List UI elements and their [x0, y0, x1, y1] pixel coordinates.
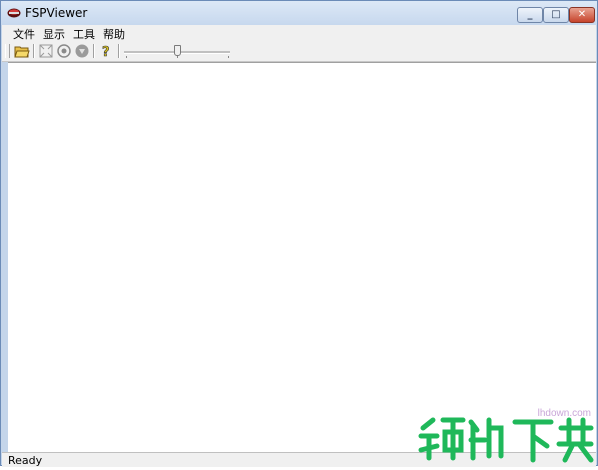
close-button[interactable]: ✕: [569, 7, 595, 23]
menu-help[interactable]: 帮助: [103, 26, 125, 42]
maximize-icon: □: [551, 9, 561, 20]
menu-bar: 文件 显示 工具 帮助: [2, 25, 596, 41]
open-folder-icon[interactable]: [14, 43, 30, 59]
title-bar[interactable]: FSPViewer _ □ ✕: [1, 1, 597, 25]
toolbar-separator: [33, 44, 35, 58]
status-text: Ready: [8, 454, 43, 467]
viewer-canvas[interactable]: [8, 62, 596, 452]
zoom-slider-thumb[interactable]: [174, 45, 181, 56]
toolbar-separator: [118, 44, 120, 58]
close-icon: ✕: [577, 9, 587, 20]
watermark-url: lhdown.com: [537, 408, 591, 419]
window-title: FSPViewer: [25, 6, 88, 20]
toolbar-separator: [93, 44, 95, 58]
app-icon: [7, 8, 21, 18]
toolbar: ?: [2, 41, 596, 62]
menu-file[interactable]: 文件: [13, 26, 35, 42]
minimize-button[interactable]: _: [517, 7, 543, 23]
menu-view[interactable]: 显示: [43, 26, 65, 42]
fit-to-window-icon[interactable]: [38, 43, 54, 59]
toolbar-grip[interactable]: [5, 44, 10, 58]
target-icon[interactable]: [56, 43, 72, 59]
help-icon[interactable]: ?: [98, 43, 114, 59]
slider-tick: [228, 56, 229, 58]
shield-icon[interactable]: [74, 43, 90, 59]
watermark-logo: lhdown.com: [415, 406, 595, 466]
slider-tick: [177, 56, 178, 58]
app-window: FSPViewer _ □ ✕ 文件 显示 工具 帮助 ? Ready: [0, 0, 598, 467]
maximize-button[interactable]: □: [543, 7, 569, 23]
menu-tools[interactable]: 工具: [73, 26, 95, 42]
slider-tick: [126, 56, 127, 58]
svg-text:?: ?: [102, 45, 110, 59]
minimize-icon: _: [527, 9, 533, 20]
